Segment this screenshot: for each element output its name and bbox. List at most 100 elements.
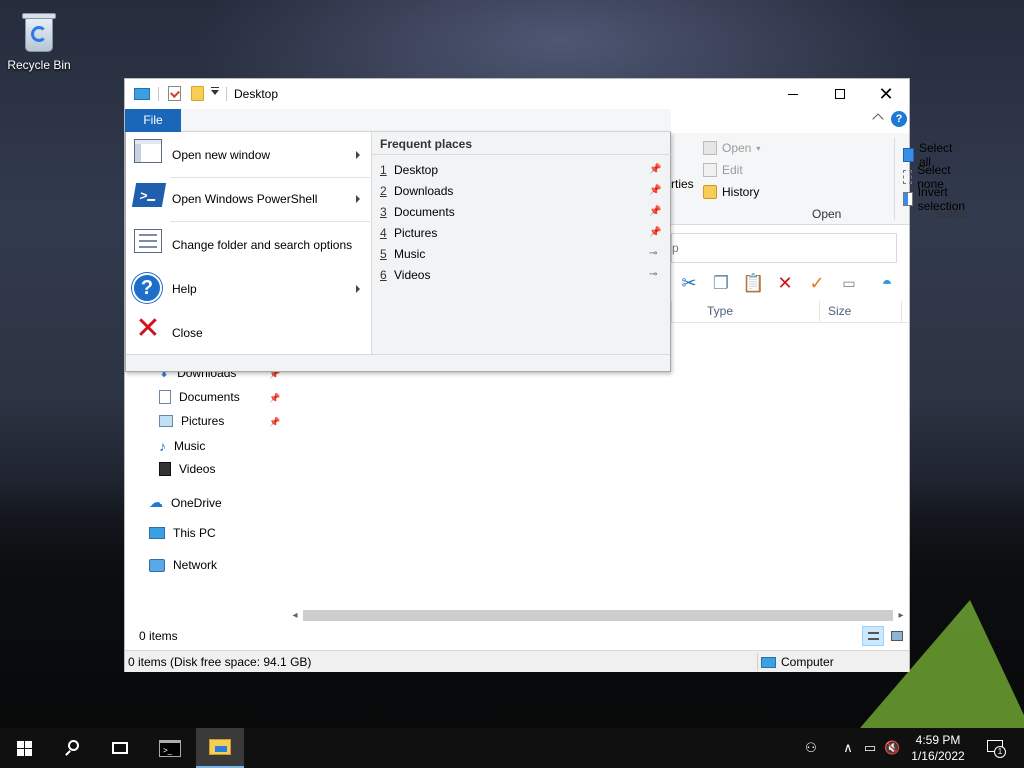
- submenu-arrow-icon: [356, 195, 360, 203]
- taskbar-explorer-app[interactable]: [196, 728, 244, 768]
- status-location: Computer: [761, 655, 834, 669]
- history-icon: [703, 185, 717, 199]
- minimize-button[interactable]: [770, 79, 816, 109]
- select-group-label: Select: [935, 207, 969, 221]
- invert-selection-icon: [903, 192, 913, 206]
- close-button[interactable]: ✕: [863, 79, 909, 109]
- nav-item-videos[interactable]: Videos: [159, 462, 215, 476]
- nav-item-onedrive[interactable]: ☁ OneDrive: [149, 494, 222, 511]
- frequent-place-desktop[interactable]: 1 Desktop 📌: [380, 160, 665, 180]
- frequent-place-documents[interactable]: 3 Documents 📌: [380, 202, 665, 222]
- title-divider: [226, 87, 227, 101]
- quick-access-divider: [158, 87, 159, 101]
- title-bar[interactable]: Desktop ✕: [125, 79, 909, 109]
- horizontal-scrollbar[interactable]: ◂ ▸: [287, 607, 909, 624]
- scroll-thumb[interactable]: [303, 610, 893, 621]
- details-view-icon[interactable]: [862, 626, 884, 646]
- history-button[interactable]: History: [703, 185, 759, 199]
- search-box[interactable]: p: [671, 233, 897, 263]
- this-pc-nav-icon: [149, 527, 165, 539]
- column-header: Type Size: [671, 301, 909, 323]
- this-pc-icon[interactable]: [134, 88, 150, 100]
- edit-button[interactable]: Edit: [703, 163, 743, 177]
- status-bar: 0 items (Disk free space: 94.1 GB) Compu…: [125, 650, 909, 672]
- pin-icon[interactable]: 📌: [649, 185, 661, 196]
- taskbar: >_ ⚇ ∧ ▭ 🔇 4:59 PM 1/16/2022 1: [0, 728, 1024, 768]
- delete-icon[interactable]: ✕: [774, 271, 796, 295]
- documents-icon: [159, 390, 171, 404]
- unpinned-icon[interactable]: ⊸: [649, 269, 659, 280]
- frequent-places-title: Frequent places: [380, 137, 473, 151]
- ribbon-home: rties Open ▾ Edit History Open Select al…: [671, 133, 968, 225]
- column-size[interactable]: Size: [828, 304, 851, 318]
- clock-time: 4:59 PM: [915, 733, 961, 747]
- nav-item-music[interactable]: ♪ Music: [159, 438, 205, 454]
- pin-icon[interactable]: 📌: [269, 417, 280, 427]
- paste-icon[interactable]: 📋: [742, 271, 764, 295]
- select-none-icon: [903, 170, 913, 184]
- status-text: 0 items (Disk free space: 94.1 GB): [128, 655, 312, 669]
- task-view-icon: [112, 742, 128, 754]
- network-icon: [149, 558, 165, 572]
- open-new-window-item[interactable]: Open new window: [126, 133, 371, 177]
- menu-separator: [170, 221, 370, 222]
- frequent-place-pictures[interactable]: 4 Pictures 📌: [380, 223, 665, 243]
- pin-icon[interactable]: 📌: [649, 206, 661, 217]
- ribbon-group-divider: [894, 138, 895, 220]
- show-hidden-icons-icon[interactable]: ∧: [840, 740, 856, 756]
- open-icon: [703, 141, 717, 155]
- help-item[interactable]: ? Help: [126, 267, 371, 311]
- task-view-button[interactable]: [96, 728, 144, 768]
- recycle-bin-icon: [20, 10, 58, 54]
- nav-item-pictures[interactable]: Pictures: [159, 414, 224, 428]
- start-button[interactable]: [0, 728, 48, 768]
- computer-icon: [761, 656, 776, 668]
- scroll-right-icon[interactable]: ▸: [893, 607, 909, 624]
- pin-icon[interactable]: 📌: [269, 393, 280, 403]
- column-divider: [819, 301, 820, 323]
- pin-icon[interactable]: 📌: [649, 227, 661, 238]
- properties-quick-icon[interactable]: [168, 86, 181, 101]
- open-powershell-item[interactable]: > Open Windows PowerShell: [126, 177, 371, 221]
- rename-check-icon[interactable]: ✓: [806, 271, 828, 295]
- edit-icon: [703, 163, 717, 177]
- action-center-icon[interactable]: 1: [984, 740, 1006, 758]
- change-folder-options-item[interactable]: Change folder and search options: [126, 223, 371, 267]
- file-menu-commands: Open new window > Open Windows PowerShel…: [126, 132, 371, 354]
- close-item[interactable]: ✕ Close: [126, 311, 371, 355]
- shell-icon[interactable]: ◓: [876, 271, 898, 295]
- nav-item-documents[interactable]: Documents: [159, 390, 240, 404]
- pin-icon[interactable]: 📌: [649, 164, 661, 175]
- frequent-place-downloads[interactable]: 2 Downloads 📌: [380, 181, 665, 201]
- taskbar-cmd-app[interactable]: >_: [146, 728, 194, 768]
- open-button[interactable]: Open ▾: [703, 141, 760, 155]
- collapse-ribbon-icon[interactable]: [872, 113, 884, 125]
- close-x-icon: ✕: [135, 311, 161, 346]
- file-tab[interactable]: File: [125, 109, 181, 132]
- nav-item-network[interactable]: Network: [149, 558, 217, 572]
- people-icon[interactable]: ⚇: [803, 740, 819, 756]
- recycle-bin-label: Recycle Bin: [7, 58, 71, 72]
- search-button[interactable]: [48, 728, 96, 768]
- ribbon-tab-strip: [181, 109, 671, 132]
- properties-label-partial[interactable]: rties: [671, 177, 694, 191]
- nav-item-this-pc[interactable]: This PC: [149, 526, 216, 540]
- large-icons-view-icon[interactable]: [886, 626, 908, 646]
- properties-card-icon[interactable]: ▭: [838, 271, 860, 295]
- cut-icon[interactable]: ✂: [678, 271, 700, 295]
- new-folder-quick-icon[interactable]: [191, 86, 204, 101]
- network-tray-icon[interactable]: ▭: [862, 740, 878, 756]
- copy-icon[interactable]: ❐: [710, 271, 732, 295]
- customize-quick-access-icon[interactable]: [211, 87, 219, 95]
- unpinned-icon[interactable]: ⊸: [649, 248, 659, 259]
- help-icon[interactable]: ?: [891, 111, 907, 127]
- column-type[interactable]: Type: [707, 304, 733, 318]
- scroll-left-icon[interactable]: ◂: [287, 607, 303, 624]
- clock[interactable]: 4:59 PM 1/16/2022: [906, 732, 970, 764]
- file-menu-footer: [126, 354, 670, 371]
- frequent-place-videos[interactable]: 6 Videos ⊸: [380, 265, 665, 285]
- volume-muted-icon[interactable]: 🔇: [884, 740, 900, 756]
- recycle-bin-shortcut[interactable]: Recycle Bin: [6, 6, 72, 72]
- frequent-place-music[interactable]: 5 Music ⊸: [380, 244, 665, 264]
- maximize-button[interactable]: [817, 79, 863, 109]
